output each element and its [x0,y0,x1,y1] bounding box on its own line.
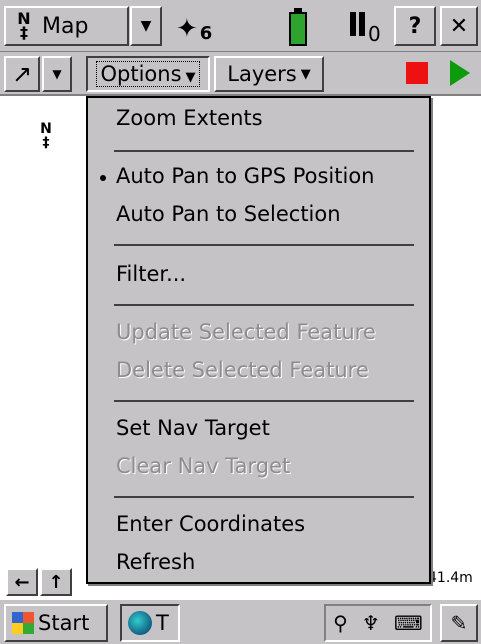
menu-item-update-selected-feature: Update Selected Feature [116,320,376,344]
satellite-status[interactable]: ✦ 6 [176,6,236,46]
windows-flag-icon [12,612,34,634]
menu-item-refresh[interactable]: Refresh [88,550,429,574]
menu-item-auto-pan-gps[interactable]: Auto Pan to GPS Position [88,164,429,188]
menu-separator [114,496,414,498]
menu-item-enter-coordinates[interactable]: Enter Coordinates [88,512,429,536]
title-bar: N ‡ Map ▼ ✦ 6 0 ? ✕ [0,0,481,52]
pan-left-button[interactable]: ← [6,568,38,596]
connection-icon[interactable]: ⚲ [333,611,348,635]
layers-menu-button[interactable]: Layers ▼ [214,56,324,92]
system-tray: ⚲ ♆ ⌨ [324,604,432,642]
battery-icon[interactable] [288,8,308,46]
globe-icon [128,611,152,635]
close-button[interactable]: ✕ [440,6,478,46]
menu-separator [114,150,414,152]
map-view-dropdown[interactable]: N ‡ Map [4,6,129,46]
layers-menu-label: Layers [227,62,297,86]
signal-icon [350,12,366,36]
map-view-dropdown-arrow[interactable]: ▼ [130,6,162,46]
north-arrow-icon: N ‡ [40,121,52,151]
signal-status[interactable]: 0 [350,8,388,48]
satellite-count: 6 [199,23,213,44]
taskbar: Start T ⚲ ♆ ⌨ ✎ [0,598,481,644]
satellite-icon: ✦ [176,14,198,44]
select-tool-button[interactable]: ↗ [4,56,40,92]
menu-item-filter[interactable]: Filter... [88,262,429,286]
checked-bullet-icon [100,175,106,181]
help-icon: ? [408,13,422,39]
start-button[interactable]: Start [4,604,108,642]
toolbar: ↗ ▼ Options ▼ Layers ▼ [0,52,481,96]
plug-icon[interactable]: ♆ [362,611,380,635]
taskbar-app-button[interactable]: T [120,604,180,642]
taskbar-app-label: T [156,611,169,635]
tool-dropdown-button[interactable]: ▼ [42,56,72,92]
signal-count: 0 [368,22,381,46]
options-menu-label: Options [100,62,182,86]
north-arrow-icon: N ‡ [17,9,31,42]
input-panel-button[interactable]: ✎ [440,604,478,642]
map-scale-label: 41.4m [428,570,473,586]
menu-separator [114,244,414,246]
menu-separator [114,400,414,402]
menu-item-auto-pan-selection[interactable]: Auto Pan to Selection [88,202,429,226]
play-icon[interactable] [450,60,470,86]
map-view-label: Map [42,13,89,39]
menu-item-set-nav-target[interactable]: Set Nav Target [88,416,429,440]
close-icon: ✕ [449,13,469,39]
options-dropdown-menu: Zoom Extents Auto Pan to GPS Position Au… [86,96,431,584]
pan-up-button[interactable]: ↑ [40,568,72,596]
select-arrow-icon: ↗ [11,60,33,88]
keyboard-icon[interactable]: ⌨ [394,611,423,635]
menu-item-clear-nav-target: Clear Nav Target [116,454,291,478]
chevron-down-icon: ▼ [300,66,311,82]
pencil-icon: ✎ [450,611,468,635]
options-menu-button[interactable]: Options ▼ [86,56,210,92]
menu-separator [114,304,414,306]
help-button[interactable]: ? [394,6,436,46]
menu-item-delete-selected-feature: Delete Selected Feature [116,358,369,382]
stop-icon[interactable] [406,62,428,84]
chevron-down-icon: ▼ [185,70,196,85]
start-label: Start [38,611,90,635]
menu-item-zoom-extents[interactable]: Zoom Extents [88,106,429,130]
